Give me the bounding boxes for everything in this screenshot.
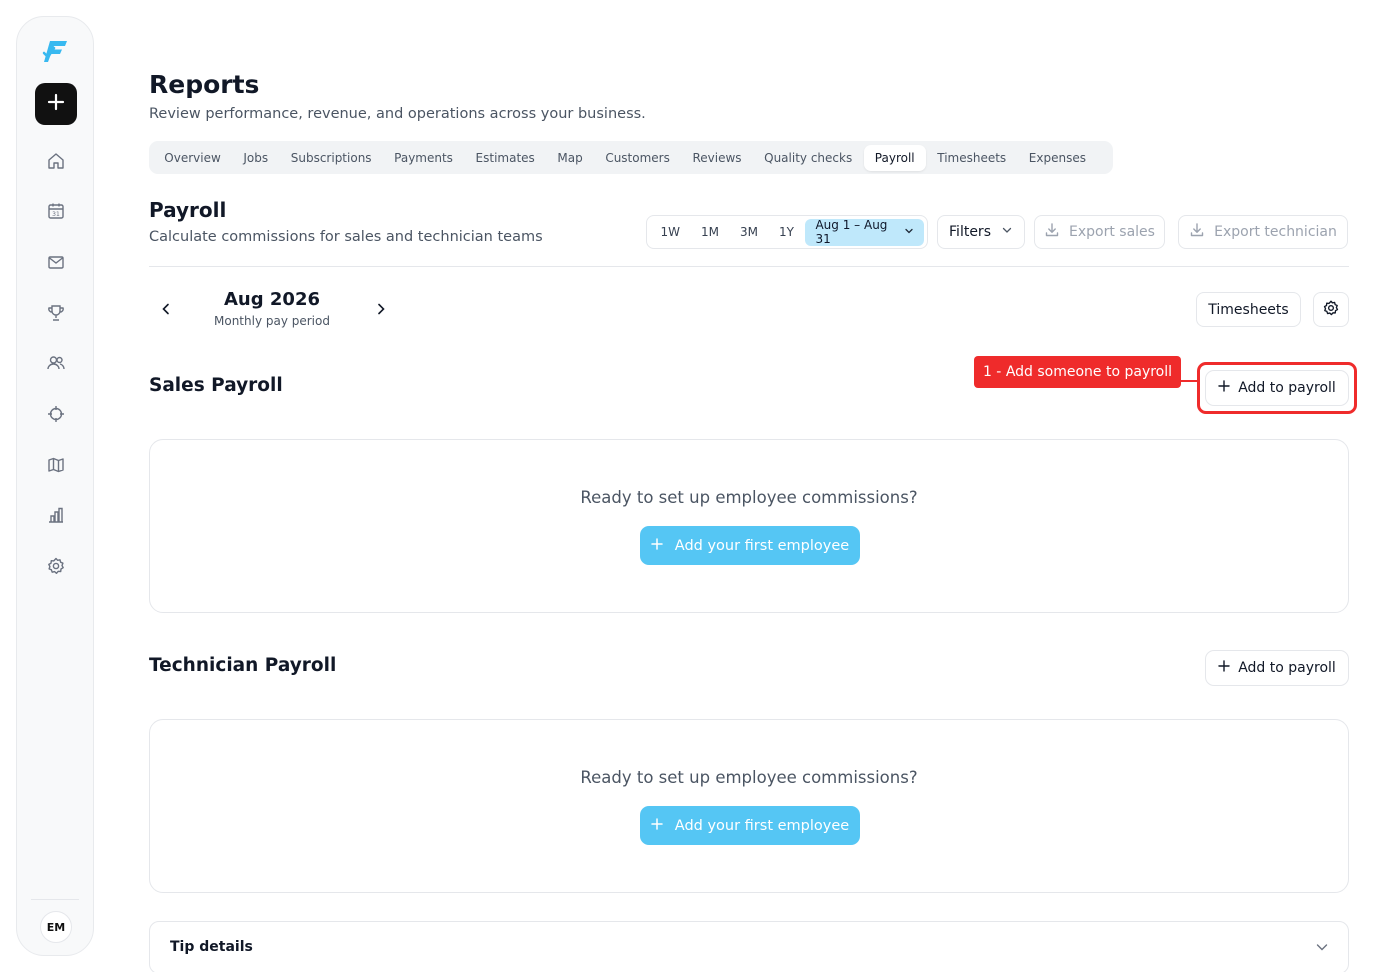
annotation-callout: 1 - Add someone to payroll: [974, 356, 1181, 388]
technician-empty-state: Ready to set up employee commissions? Ad…: [149, 719, 1349, 893]
sales-payroll-title: Sales Payroll: [149, 375, 283, 396]
export-technician-label: Export technician: [1214, 224, 1337, 240]
section-title: Payroll: [149, 198, 227, 222]
tab-estimates[interactable]: Estimates: [464, 145, 546, 171]
map-icon[interactable]: [45, 454, 67, 476]
chevron-down-icon: [1314, 939, 1330, 955]
tab-quality-checks[interactable]: Quality checks: [753, 145, 864, 171]
add-first-employee-label: Add your first employee: [674, 817, 850, 834]
technician-add-first-employee-button[interactable]: Add your first employee: [640, 806, 860, 845]
add-first-employee-label: Add your first employee: [674, 537, 850, 554]
tab-map[interactable]: Map: [546, 145, 594, 171]
tip-details-label: Tip details: [170, 939, 253, 955]
export-sales-label: Export sales: [1069, 224, 1155, 240]
create-button[interactable]: [35, 83, 77, 125]
technician-add-to-payroll-button[interactable]: Add to payroll: [1205, 650, 1349, 686]
trophy-icon[interactable]: [45, 302, 67, 324]
timesheets-button[interactable]: Timesheets: [1196, 292, 1301, 327]
plus-icon: [651, 817, 663, 834]
app-logo[interactable]: [40, 35, 72, 67]
period-label: Monthly pay period: [214, 314, 330, 328]
section-divider: [149, 266, 1349, 267]
tab-overview[interactable]: Overview: [153, 145, 232, 171]
page-subtitle: Review performance, revenue, and operati…: [149, 106, 646, 122]
range-1y[interactable]: 1Y: [769, 219, 805, 245]
calendar-icon[interactable]: 31: [45, 200, 67, 222]
chevron-right-icon: [374, 301, 388, 320]
tab-reviews[interactable]: Reviews: [681, 145, 753, 171]
tip-details-accordion[interactable]: Tip details: [149, 921, 1349, 972]
next-period-button[interactable]: [371, 300, 391, 320]
sales-empty-state: Ready to set up employee commissions? Ad…: [149, 439, 1349, 613]
settings-icon[interactable]: [45, 555, 67, 577]
avatar[interactable]: EM: [40, 911, 72, 943]
technician-payroll-title: Technician Payroll: [149, 655, 337, 676]
tab-subscriptions[interactable]: Subscriptions: [279, 145, 382, 171]
gear-icon: [1322, 299, 1340, 321]
empty-state-text: Ready to set up employee commissions?: [580, 768, 918, 787]
sales-add-first-employee-button[interactable]: Add your first employee: [640, 526, 860, 565]
empty-state-text: Ready to set up employee commissions?: [580, 488, 918, 507]
page-title: Reports: [149, 70, 260, 99]
section-subtitle: Calculate commissions for sales and tech…: [149, 229, 543, 245]
chevron-left-icon: [159, 301, 173, 320]
chevron-down-icon: [904, 225, 914, 239]
sales-add-to-payroll-button[interactable]: Add to payroll: [1205, 370, 1349, 406]
range-1m[interactable]: 1M: [691, 219, 730, 245]
plus-icon: [1218, 380, 1230, 396]
tab-payments[interactable]: Payments: [383, 145, 464, 171]
sidebar-divider: [31, 899, 79, 900]
date-range-dropdown[interactable]: Aug 1 – Aug 31: [805, 218, 924, 246]
home-icon[interactable]: [45, 150, 67, 172]
download-icon: [1044, 222, 1060, 242]
add-to-payroll-label: Add to payroll: [1238, 380, 1336, 396]
download-icon: [1189, 222, 1205, 242]
annotation-connector: [1181, 380, 1198, 382]
payroll-settings-button[interactable]: [1313, 292, 1349, 327]
plus-icon: [651, 537, 663, 554]
tab-customers[interactable]: Customers: [594, 145, 681, 171]
add-to-payroll-label: Add to payroll: [1238, 660, 1336, 676]
plus-icon: [47, 93, 65, 115]
range-1w[interactable]: 1W: [650, 219, 691, 245]
tab-payroll[interactable]: Payroll: [863, 144, 926, 171]
target-icon[interactable]: [45, 403, 67, 425]
plus-icon: [1218, 660, 1230, 676]
tab-jobs[interactable]: Jobs: [232, 145, 279, 171]
filters-button[interactable]: Filters: [937, 215, 1025, 249]
svg-text:31: 31: [52, 211, 60, 218]
report-tabs: Overview Jobs Subscriptions Payments Est…: [149, 141, 1113, 174]
users-icon[interactable]: [45, 352, 67, 374]
period-month: Aug 2026: [224, 289, 320, 310]
export-technician-button[interactable]: Export technician: [1178, 215, 1348, 249]
bar-chart-icon[interactable]: [45, 504, 67, 526]
range-3m[interactable]: 3M: [730, 219, 769, 245]
sidebar: 31 EM: [16, 16, 94, 956]
date-range-label: Aug 1 – Aug 31: [815, 218, 888, 246]
date-range-selector: 1W 1M 3M 1Y Aug 1 – Aug 31: [646, 215, 928, 249]
tab-expenses[interactable]: Expenses: [1017, 145, 1097, 171]
export-sales-button[interactable]: Export sales: [1034, 215, 1165, 249]
mail-icon[interactable]: [45, 251, 67, 273]
chevron-down-icon: [1001, 224, 1013, 240]
tab-timesheets[interactable]: Timesheets: [926, 145, 1018, 171]
previous-period-button[interactable]: [156, 300, 176, 320]
filters-label: Filters: [949, 224, 991, 240]
